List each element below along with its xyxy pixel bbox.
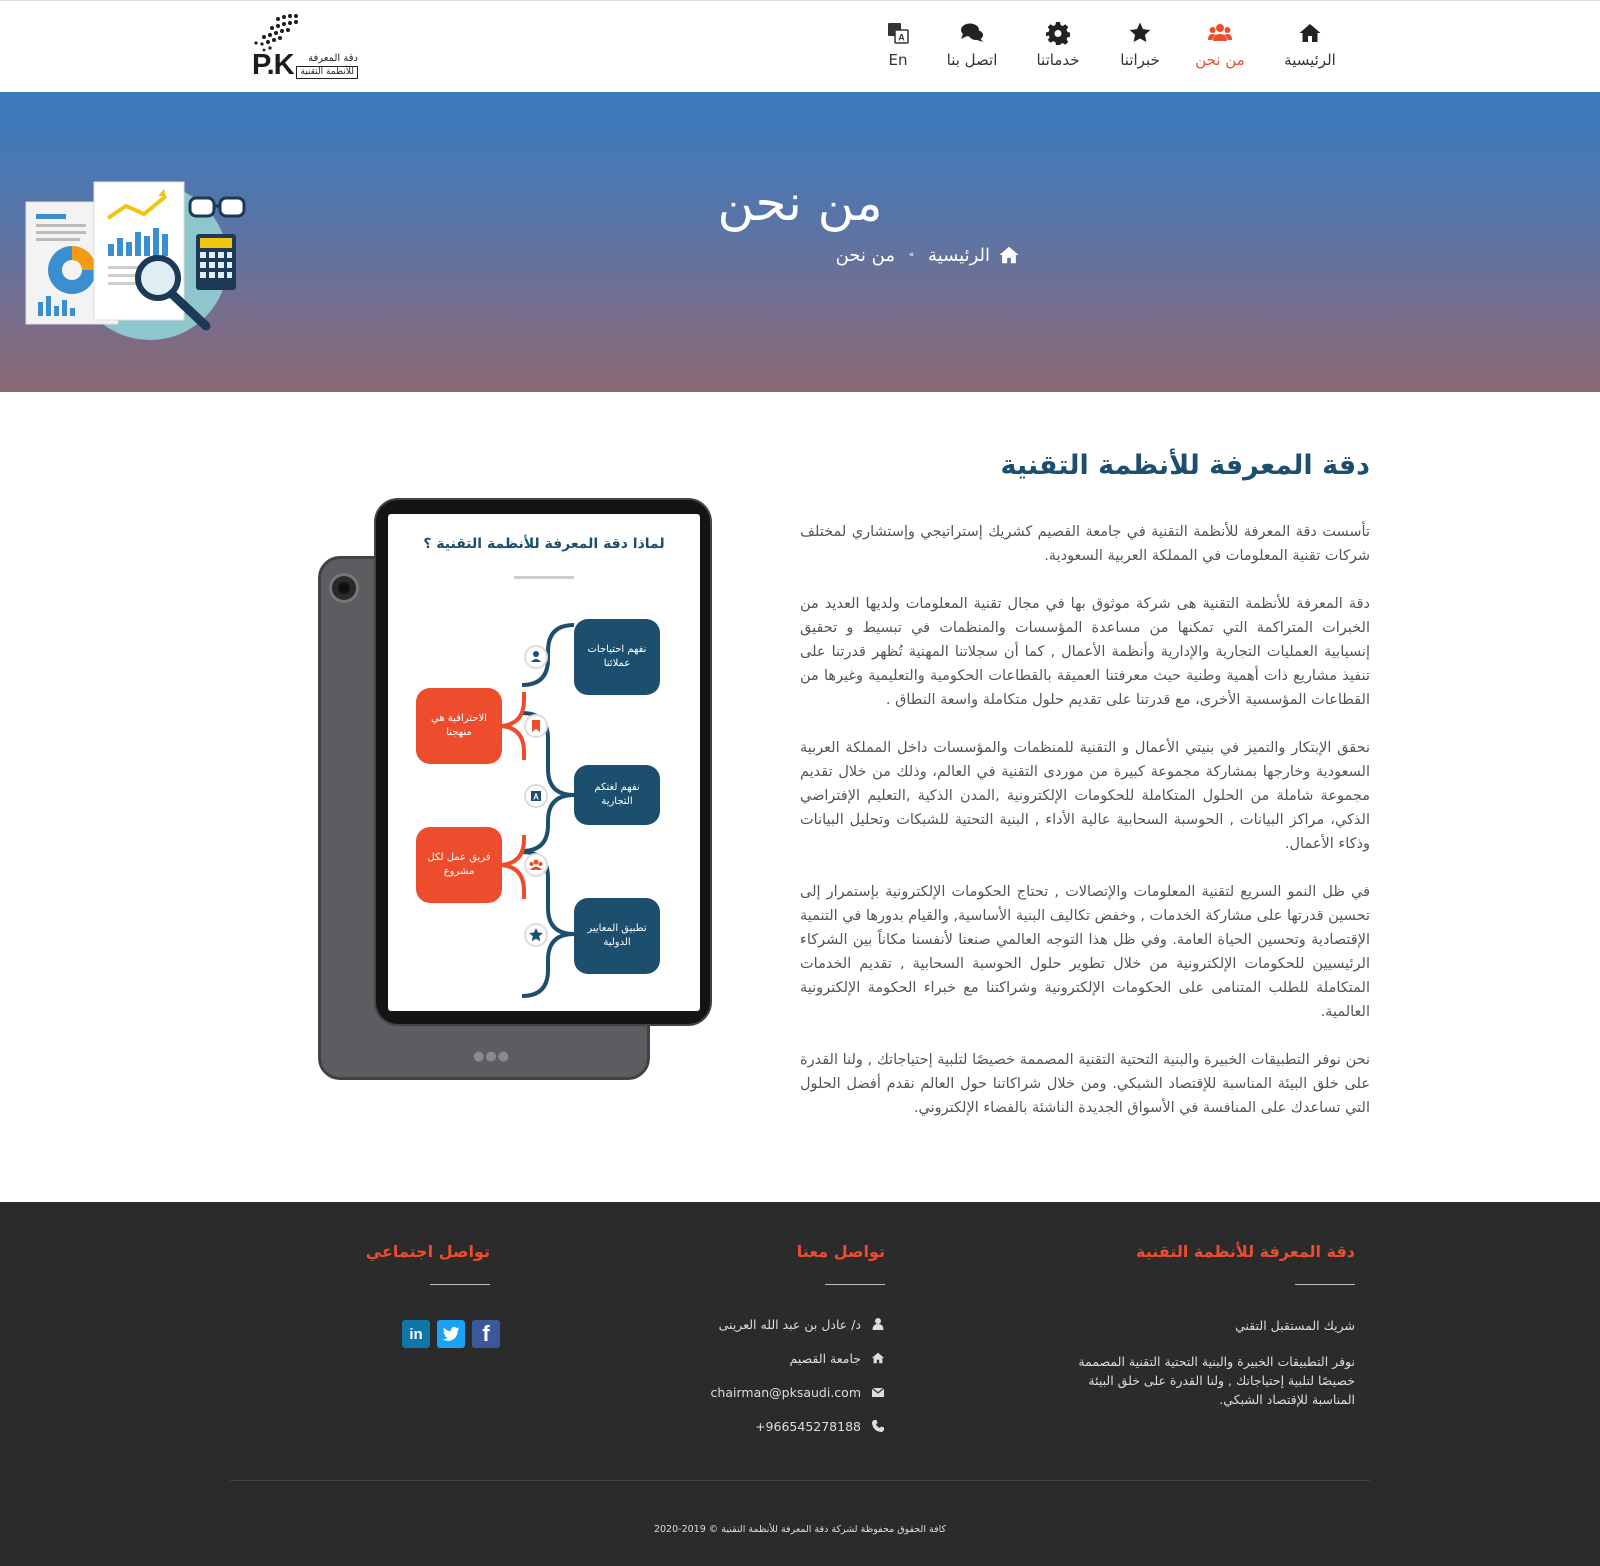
gear-icon [1018, 21, 1098, 47]
site-footer: دقة المعرفة للأنظمة التقنية شريك المستقب… [0, 1202, 1600, 1566]
contact-email[interactable]: chairman@pksaudi.com [711, 1382, 885, 1402]
contact-address: جامعة القصيم [790, 1348, 885, 1368]
contact-phone-number[interactable]: +966545278188 [755, 1419, 861, 1434]
translate-icon: A [868, 21, 928, 47]
envelope-icon [871, 1387, 885, 1397]
breadcrumb-home-label: الرئيسية [928, 244, 990, 266]
twitter-bird-icon [442, 1327, 460, 1341]
chat-icon [932, 21, 1012, 47]
tablet-screen: لماذا دقة المعرفة للأنظمة التقنية ؟ A نف… [388, 514, 700, 1011]
logo-mark: P.K [252, 49, 295, 81]
nav-contact[interactable]: اتصل بنا [932, 21, 1012, 77]
breadcrumb: الرئيسية » من نحن [820, 244, 1020, 272]
site-header: P.K دقة المعرفة للأنظمة التقنية الرئيسية… [0, 0, 1600, 92]
nav-language[interactable]: A En [868, 21, 928, 77]
contact-person-name: د/ عادل بن عبد الله العرينى [718, 1316, 861, 1332]
page-banner: من نحن الرئيسية » من نحن [0, 92, 1600, 392]
footer-divider [1295, 1284, 1355, 1285]
footer-divider [825, 1284, 885, 1285]
logo-name-line2: للأنظمة التقنية [296, 66, 358, 79]
home-icon [1270, 21, 1350, 47]
contact-person: د/ عادل بن عبد الله العرينى [719, 1314, 885, 1334]
twitter-icon[interactable] [437, 1320, 465, 1348]
paragraph: في ظل النمو السريع لتقنية المعلومات والإ… [799, 884, 1370, 1020]
nav-label: اتصل بنا [946, 51, 998, 69]
footer-bottom-divider [230, 1480, 1370, 1481]
about-text: تأسست دقة المعرفة للأنظمة التقنية في جام… [800, 520, 1370, 1144]
home-icon [871, 1352, 885, 1364]
why-item: نفهم احتياجات عملائنا [574, 619, 660, 695]
paragraph: تأسست دقة المعرفة للأنظمة التقنية في جام… [800, 524, 1370, 564]
home-icon [999, 246, 1019, 264]
users-icon [1180, 21, 1260, 47]
contact-email-link[interactable]: chairman@pksaudi.com [711, 1385, 861, 1400]
svg-text:A: A [898, 33, 905, 43]
nav-label: من نحن [1195, 51, 1245, 69]
linkedin-icon[interactable]: in [402, 1320, 430, 1348]
logo-name-line1: دقة المعرفة [308, 53, 358, 64]
facebook-icon[interactable]: f [472, 1320, 500, 1348]
why-item: تطبيق المعايير الدولية [574, 898, 660, 974]
footer-social-title: تواصل اجتماعي [365, 1242, 490, 1261]
footer-contact-title: تواصل معنا [796, 1242, 885, 1261]
nav-label: الرئيسية [1284, 51, 1336, 69]
contact-phone[interactable]: +966545278188 [755, 1416, 885, 1436]
contact-address-text: جامعة القصيم [789, 1350, 861, 1366]
user-icon [872, 1318, 884, 1330]
tablet-mockup: ●●● لماذا دقة المعرفة للأنظمة التقنية ؟ [316, 498, 712, 1082]
logo-dots-icon [254, 14, 298, 52]
site-logo[interactable]: P.K دقة المعرفة للأنظمة التقنية [246, 13, 358, 81]
nav-services[interactable]: خدماتنا [1018, 21, 1098, 77]
copyright: كافة الحقوق محفوظة لشركة دقة المعرفة للأ… [653, 1524, 947, 1535]
why-item: نفهم لغتكم التجارية [574, 765, 660, 825]
breadcrumb-home-link[interactable]: الرئيسية [928, 244, 1020, 266]
connector-dots: ●●● [473, 1049, 511, 1064]
why-item: فريق عمل لكل مشروع [416, 827, 502, 903]
section-title: دقة المعرفة للأنظمة التقنية [1000, 450, 1370, 481]
nav-about[interactable]: من نحن [1180, 21, 1260, 77]
nav-label: خبراتنا [1120, 51, 1160, 69]
footer-description: نوفر التطبيقات الخبيرة والبنية التحتية ا… [1078, 1354, 1355, 1407]
footer-about-title: دقة المعرفة للأنظمة التقنية [1136, 1242, 1355, 1261]
footer-tagline: شريك المستقبل التقني [1235, 1318, 1355, 1333]
why-item: الاحترافية هي منهجنا [416, 688, 502, 764]
nav-home[interactable]: الرئيسية [1270, 21, 1350, 77]
paragraph: دقة المعرفة للأنظمة التقنية هى شركة موثو… [800, 596, 1370, 708]
paragraph: نحن نوفر التطبيقات الخبيرة والبنية التحت… [800, 1052, 1370, 1116]
camera-icon [329, 573, 359, 603]
phone-icon [872, 1420, 884, 1432]
paragraph: نحقق الإبتكار والتميز في بنيتي الأعمال و… [800, 740, 1370, 852]
star-icon [1100, 21, 1180, 47]
breadcrumb-separator: » [908, 250, 915, 260]
footer-divider [430, 1284, 490, 1285]
page-title: من نحن [717, 174, 883, 232]
tablet-front: لماذا دقة المعرفة للأنظمة التقنية ؟ A نف… [374, 498, 712, 1026]
breadcrumb-current: من نحن [835, 244, 896, 266]
nav-experience[interactable]: خبراتنا [1100, 21, 1180, 77]
svg-text:A: A [533, 793, 539, 802]
nav-label: En [888, 51, 908, 69]
nav-label: خدماتنا [1036, 51, 1080, 69]
letter-icon: A [531, 791, 541, 802]
